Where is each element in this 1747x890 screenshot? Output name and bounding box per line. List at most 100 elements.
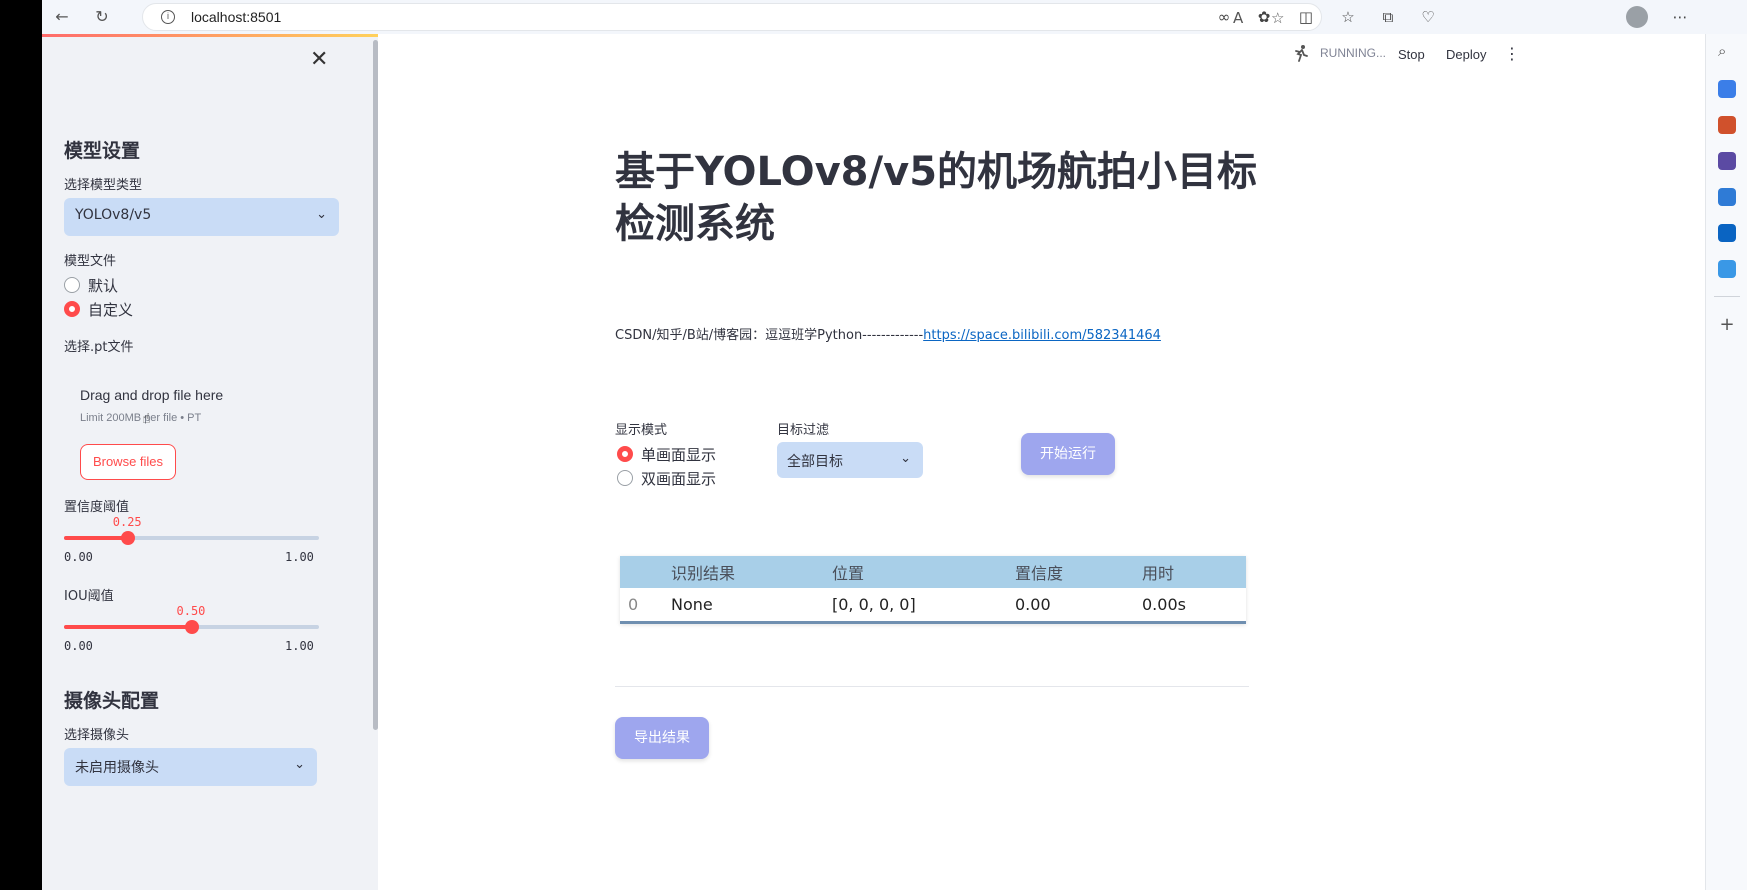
running-status: RUNNING... — [1320, 46, 1386, 60]
confidence-slider-thumb[interactable] — [120, 531, 135, 545]
radio-single-label: 单画面显示 — [641, 446, 717, 464]
iou-min: 0.00 — [64, 639, 93, 653]
page-title: 基于YOLOv8/v5的机场航拍小目标检测系统 — [615, 149, 1258, 247]
filter-label: 目标过滤 — [777, 423, 830, 438]
health-icon[interactable]: ♡ — [1418, 7, 1438, 27]
radio-default-label: 默认 — [88, 277, 119, 295]
games-icon[interactable] — [1718, 152, 1736, 170]
start-button[interactable]: 开始运行 — [1021, 433, 1115, 475]
radio-custom-dot[interactable] — [64, 301, 80, 317]
table-cell-confidence: 0.00 — [1007, 588, 1134, 622]
top-decoration-bar — [42, 34, 378, 37]
iou-value: 0.50 — [176, 604, 206, 618]
split-screen-icon[interactable]: ◫ — [1296, 7, 1316, 27]
iou-slider[interactable] — [64, 620, 319, 634]
camera-value: 未启用摄像头 — [75, 760, 159, 776]
sidebar: ✕ 模型设置 选择模型类型 YOLOv8/v5 ⌄ 模型文件 默认 自定义 选择… — [42, 34, 378, 890]
iou-slider-thumb[interactable] — [184, 620, 199, 634]
table-cell-index: 0 — [620, 588, 663, 622]
dropzone-limit-text: Limit 200MB per file • PT — [80, 412, 202, 424]
confidence-slider-fill — [64, 536, 128, 540]
close-sidebar-icon[interactable]: ✕ — [310, 46, 328, 72]
back-arrow-icon[interactable]: ← — [52, 7, 72, 27]
infinity-icon[interactable]: ∞ — [1214, 7, 1234, 27]
filter-value: 全部目标 — [787, 454, 843, 470]
camera-panel — [42, 720, 339, 890]
profile-avatar[interactable] — [1626, 6, 1648, 28]
model-file-label: 模型文件 — [64, 254, 117, 269]
iou-label: IOU阈值 — [64, 589, 114, 604]
pt-file-label: 选择.pt文件 — [64, 340, 134, 355]
chevron-down-icon: ⌄ — [900, 451, 911, 466]
stop-button[interactable]: Stop — [1398, 47, 1425, 62]
table-header-time: 用时 — [1134, 556, 1246, 588]
url-text[interactable]: localhost:8501 — [191, 9, 281, 25]
microsoft365-icon[interactable] — [1718, 188, 1736, 206]
app-container: ✕ 模型设置 选择模型类型 YOLOv8/v5 ⌄ 模型文件 默认 自定义 选择… — [42, 34, 1705, 890]
deploy-button[interactable]: Deploy — [1446, 47, 1486, 62]
model-type-label: 选择模型类型 — [64, 178, 143, 193]
confidence-value: 0.25 — [112, 515, 142, 529]
table-header-row: 识别结果 位置 置信度 用时 — [620, 556, 1246, 588]
model-type-value: YOLOv8/v5 — [75, 207, 152, 223]
display-mode-label: 显示模式 — [615, 423, 668, 438]
sidebar-scrollbar[interactable] — [373, 40, 378, 730]
refresh-icon[interactable]: ↻ — [92, 7, 112, 27]
edge-sidebar: ⌕ + — [1705, 34, 1747, 890]
edge-divider — [1714, 296, 1740, 297]
site-info-icon[interactable]: i — [161, 10, 175, 24]
read-aloud-icon[interactable]: A — [1233, 9, 1243, 27]
outlook-icon[interactable] — [1718, 224, 1736, 242]
search-icon[interactable]: ⌕ — [1718, 42, 1736, 60]
tools-icon[interactable] — [1718, 116, 1736, 134]
camera-section-title: 摄像头配置 — [64, 690, 160, 712]
radio-custom-label: 自定义 — [88, 301, 134, 319]
table-header-index — [620, 556, 663, 588]
table-header-result: 识别结果 — [663, 556, 824, 588]
dropzone-main-text: Drag and drop file here — [80, 387, 224, 403]
confidence-label: 置信度阈值 — [64, 500, 130, 515]
iou-slider-fill — [64, 625, 192, 629]
confidence-slider[interactable] — [64, 531, 319, 545]
confidence-min: 0.00 — [64, 550, 93, 564]
table-cell-position: [0, 0, 0, 0] — [824, 588, 1007, 622]
chevron-down-icon: ⌄ — [316, 207, 327, 222]
copilot-icon[interactable] — [1718, 80, 1736, 98]
target-filter-select[interactable]: 全部目标 ⌄ — [777, 442, 923, 478]
radio-single-dot[interactable] — [617, 446, 633, 462]
section-divider — [615, 686, 1249, 687]
chevron-down-icon: ⌄ — [294, 757, 305, 772]
camera-label: 选择摄像头 — [64, 728, 130, 743]
table-cell-result: None — [663, 588, 824, 622]
confidence-max: 1.00 — [285, 550, 314, 564]
result-table: 识别结果 位置 置信度 用时 0 None [0, 0, 0, 0] 0.00 … — [620, 556, 1246, 624]
browser-toolbar: ← ↻ i localhost:8501 A ☆ ∞ ✿ ◫ ☆ ⧉ ♡ ⋯ — [42, 0, 1747, 34]
radio-dual-label: 双画面显示 — [641, 470, 717, 488]
collections-icon[interactable]: ⧉ — [1378, 7, 1398, 27]
table-row[interactable]: 0 None [0, 0, 0, 0] 0.00 0.00s — [620, 588, 1246, 622]
more-menu-icon[interactable]: ⋯ — [1670, 7, 1690, 27]
screen: ← ↻ i localhost:8501 A ☆ ∞ ✿ ◫ ☆ ⧉ ♡ ⋯ ⌕… — [0, 0, 1747, 890]
running-person-icon — [1295, 45, 1308, 62]
extensions-icon[interactable]: ✿ — [1254, 7, 1274, 27]
bilibili-link[interactable]: https://space.bilibili.com/582341464 — [923, 328, 1161, 343]
radio-dual-dot[interactable] — [617, 470, 633, 486]
model-type-select[interactable]: YOLOv8/v5 ⌄ — [64, 198, 339, 236]
table-header-position: 位置 — [824, 556, 1007, 588]
model-section-title: 模型设置 — [64, 140, 141, 162]
info-prefix: CSDN/知乎/B站/博客园：逗逗班学Python------------- — [615, 328, 924, 343]
camera-select[interactable]: 未启用摄像头 ⌄ — [64, 748, 317, 786]
main-menu-icon[interactable]: ⋮ — [1504, 44, 1520, 63]
export-button[interactable]: 导出结果 — [615, 717, 709, 759]
table-header-confidence: 置信度 — [1007, 556, 1134, 588]
favorites-icon[interactable]: ☆ — [1338, 7, 1358, 27]
add-icon[interactable]: + — [1718, 316, 1736, 334]
table-cell-time: 0.00s — [1134, 588, 1246, 622]
mouse-cursor-icon: ☝ — [142, 411, 151, 427]
iou-max: 1.00 — [285, 639, 314, 653]
send-icon[interactable] — [1718, 260, 1736, 278]
info-line: CSDN/知乎/B站/博客园：逗逗班学Python-------------ht… — [615, 324, 1161, 343]
address-bar[interactable]: i localhost:8501 A ☆ — [142, 3, 1322, 31]
radio-default-dot[interactable] — [64, 277, 80, 293]
browse-files-button[interactable]: Browse files — [80, 444, 176, 480]
